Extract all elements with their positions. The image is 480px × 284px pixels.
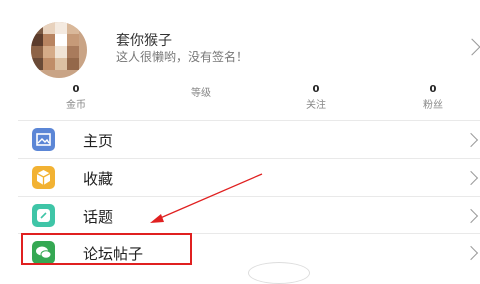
bottom-decoration bbox=[248, 262, 310, 284]
annotation-arrow bbox=[150, 173, 263, 223]
